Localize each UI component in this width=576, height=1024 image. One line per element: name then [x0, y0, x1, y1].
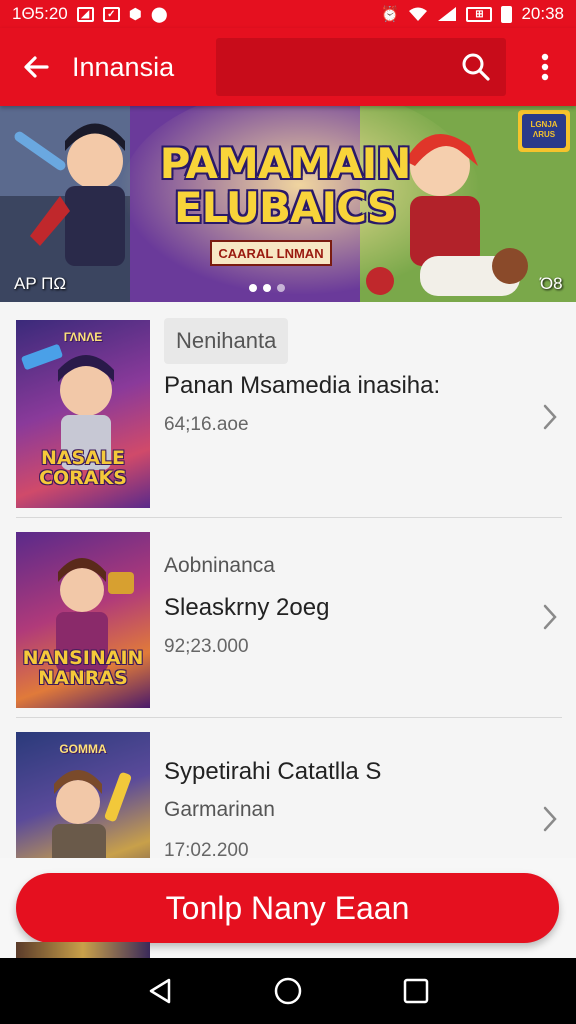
- status-bar: 1Θ5:20 ◢ ✓ ⬢ ⬤ ⏰ ⊞ 20:38: [0, 0, 576, 28]
- banner-left-tag: AP ΠΩ: [14, 274, 67, 293]
- alert-icon: ⬤: [150, 5, 168, 23]
- app-screen: 1Θ5:20 ◢ ✓ ⬢ ⬤ ⏰ ⊞ 20:38 Innansia PAMAMA…: [0, 0, 576, 1024]
- status-time-left: 1Θ5:20: [12, 4, 68, 23]
- nav-recents-icon: [403, 978, 429, 1004]
- item-subtitle: Aobninanca: [164, 554, 275, 577]
- shield-icon: ⬢: [128, 5, 142, 23]
- list-item[interactable]: ΓΛΝΛΕ NASALE CORAKS Nenihanta Panan Msam…: [0, 302, 576, 518]
- list-item[interactable]: GOMMA Sypetirahi Catatlla S Garmarinan 1…: [0, 718, 576, 862]
- chevron-right-icon[interactable]: [538, 402, 562, 432]
- thumbnail-top-text: GOMMA: [59, 742, 107, 756]
- carousel-dots: [249, 284, 285, 292]
- signal-icon: [438, 7, 457, 21]
- item-meta: 92;23.000: [164, 636, 249, 657]
- banner-title-line1: PAMAMAIN: [159, 139, 412, 188]
- list-item[interactable]: NANSINAIN NANRAS Aobninanca Sleaskrny 2o…: [0, 518, 576, 718]
- status-left: 1Θ5:20 ◢ ✓ ⬢ ⬤: [12, 4, 168, 24]
- wifi-icon: [409, 7, 428, 21]
- battery-icon: [501, 5, 513, 23]
- nav-back-button[interactable]: [138, 969, 182, 1013]
- nav-recents-button[interactable]: [394, 969, 438, 1013]
- thumbnail-title: NASALE CORAKS: [39, 447, 127, 489]
- item-thumbnail: ΓΛΝΛΕ NASALE CORAKS: [16, 320, 150, 508]
- banner-corner-badge: LGNJA ΛRUS: [530, 120, 558, 139]
- nav-home-button[interactable]: [266, 969, 310, 1013]
- item-thumbnail: NANSINAIN NANRAS: [16, 532, 150, 708]
- item-subtitle: Garmarinan: [164, 798, 275, 821]
- carousel-dot[interactable]: [263, 284, 271, 292]
- primary-cta-button[interactable]: Tonlp Nany Eaan: [16, 873, 559, 943]
- search-button[interactable]: [455, 46, 497, 88]
- image-icon: ✓: [102, 6, 120, 22]
- more-options-button[interactable]: [524, 46, 566, 88]
- item-thumbnail: GOMMA: [16, 732, 150, 862]
- notification-icon: ◢: [76, 6, 94, 22]
- chevron-right-icon[interactable]: [538, 804, 562, 834]
- page-title: Innansia: [72, 51, 175, 82]
- chevron-right-icon[interactable]: [538, 602, 562, 632]
- banner-right-tag: Ό8: [540, 274, 563, 293]
- category-chip[interactable]: Nenihanta: [164, 318, 289, 364]
- game-list: ΓΛΝΛΕ NASALE CORAKS Nenihanta Panan Msam…: [0, 302, 576, 862]
- alarm-icon: ⏰: [380, 5, 400, 23]
- item-title: Panan Msamedia inasiha:: [164, 372, 441, 399]
- status-time-right: 20:38: [521, 4, 564, 23]
- banner-title: PAMAMAIN ELUBAICS: [150, 142, 420, 230]
- banner-title-line2: ELUBAICS: [173, 183, 397, 232]
- app-bar: Innansia: [0, 28, 576, 106]
- sim-icon: ⊞: [466, 6, 493, 22]
- item-title: Sleaskrny 2oeg: [164, 594, 330, 621]
- item-meta: 64;16.aoe: [164, 414, 249, 435]
- system-nav-bar: [0, 958, 576, 1024]
- search-icon: [462, 53, 490, 81]
- banner-subtitle: CAARAL LNMAN: [210, 240, 332, 266]
- thumbnail-title: NANSINAIN NANRAS: [22, 647, 144, 689]
- status-right: ⏰ ⊞ 20:38: [381, 4, 564, 24]
- nav-back-icon: [149, 978, 171, 1004]
- carousel-dot[interactable]: [277, 284, 285, 292]
- back-button[interactable]: [0, 28, 72, 106]
- more-vert-icon: [541, 53, 549, 81]
- item-title: Sypetirahi Catatlla S: [164, 758, 382, 785]
- thumbnail-top-text: ΓΛΝΛΕ: [63, 330, 103, 344]
- promo-banner[interactable]: PAMAMAIN ELUBAICS CAARAL LNMAN AP ΠΩ Ό8 …: [0, 106, 576, 302]
- nav-home-icon: [274, 977, 302, 1005]
- next-item-peek: [16, 942, 150, 958]
- back-arrow-icon: [24, 56, 49, 78]
- carousel-dot[interactable]: [249, 284, 257, 292]
